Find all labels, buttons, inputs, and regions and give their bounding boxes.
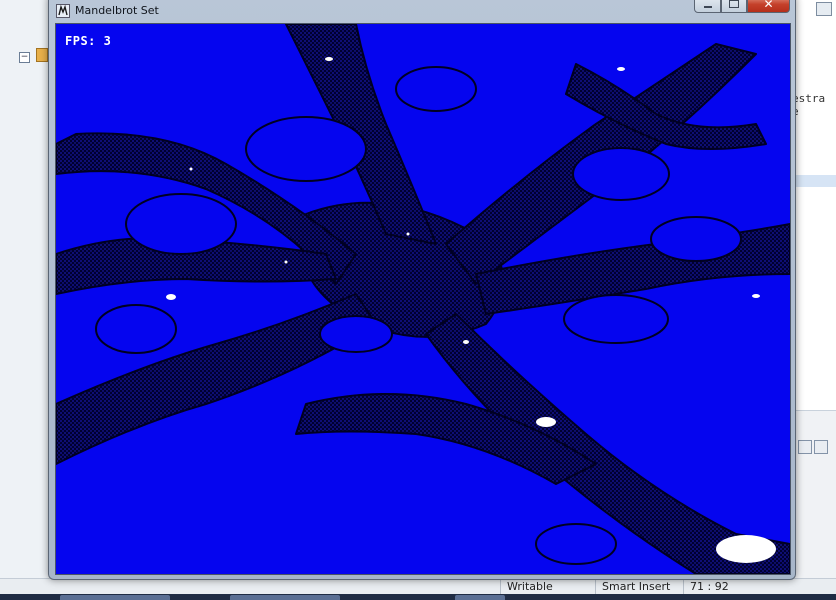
minimize-button[interactable] bbox=[694, 0, 721, 13]
title-bar[interactable]: Mandelbrot Set ✕ bbox=[49, 0, 795, 23]
code-text-fragment: estra e bbox=[792, 92, 826, 118]
collapse-icon[interactable]: − bbox=[19, 52, 30, 63]
fps-label: FPS: bbox=[65, 34, 96, 48]
taskbar-button[interactable] bbox=[455, 595, 505, 600]
status-mode: Writable bbox=[500, 579, 595, 595]
mandelbrot-render bbox=[56, 24, 790, 574]
taskbar-button[interactable] bbox=[230, 595, 340, 600]
status-insert-mode: Smart Insert bbox=[595, 579, 682, 595]
taskbar-button[interactable] bbox=[60, 595, 170, 600]
java-window-icon bbox=[56, 4, 70, 18]
perspective-icon[interactable] bbox=[816, 2, 832, 16]
toolbar-icon[interactable] bbox=[798, 440, 812, 454]
mandelbrot-window: Mandelbrot Set ✕ FPS: 3 bbox=[48, 0, 796, 580]
ide-left-panel bbox=[0, 0, 51, 578]
window-title: Mandelbrot Set bbox=[75, 4, 159, 17]
fractal-canvas[interactable]: FPS: 3 bbox=[55, 23, 791, 575]
status-bar: Writable Smart Insert 71 : 92 bbox=[0, 578, 836, 595]
selected-line-highlight bbox=[793, 175, 836, 187]
fps-value: 3 bbox=[103, 34, 112, 48]
toolbar-icon[interactable] bbox=[814, 440, 828, 454]
close-x-icon: ✕ bbox=[763, 0, 774, 11]
taskbar bbox=[0, 594, 836, 600]
maximize-button[interactable] bbox=[721, 0, 747, 13]
ide-lower-view bbox=[793, 410, 836, 579]
status-cursor-position: 71 : 92 bbox=[683, 579, 770, 595]
close-button[interactable]: ✕ bbox=[747, 0, 790, 13]
minimize-icon bbox=[695, 0, 720, 12]
package-icon bbox=[36, 48, 48, 62]
fps-counter: FPS: 3 bbox=[65, 34, 111, 48]
ide-editor-pane bbox=[792, 0, 836, 579]
maximize-icon bbox=[722, 0, 746, 12]
